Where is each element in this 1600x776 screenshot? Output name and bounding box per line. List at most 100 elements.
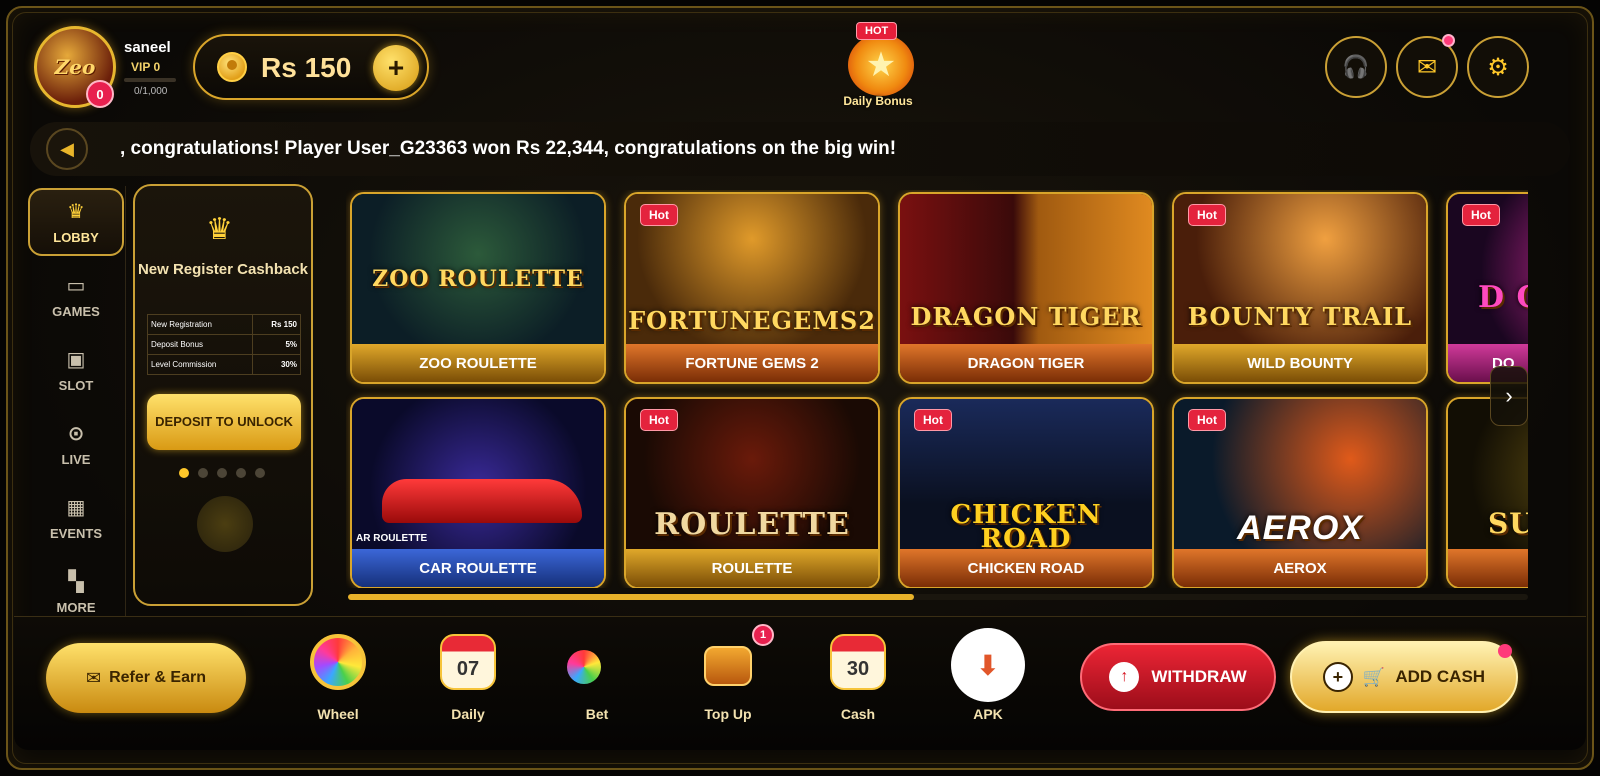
calendar-icon: ▦ <box>66 497 86 519</box>
avatar-badge: 0 <box>86 80 114 108</box>
withdraw-label: WITHDRAW <box>1151 667 1247 686</box>
game-art-title: ZOO ROULETTE <box>372 266 584 292</box>
refer-earn-button[interactable]: ✉ Refer & Earn <box>46 643 246 713</box>
game-name: FORTUNE GEMS 2 <box>626 344 878 382</box>
game-name: AEROX <box>1174 549 1426 587</box>
game-art-title: CHICKEN ROAD <box>950 500 1102 554</box>
sidebar-item-lobby[interactable]: ♛ LOBBY <box>28 188 124 256</box>
daily-bonus-button[interactable]: ★ HOT Daily Bonus <box>842 22 932 108</box>
sidebar-item-slot[interactable]: ▣ SLOT <box>28 336 124 404</box>
sidebar-item-label: SLOT <box>58 378 94 393</box>
calendar-icon: 30 <box>830 634 886 690</box>
game-art-caption: AR ROULETTE <box>356 533 428 544</box>
carousel-dot[interactable] <box>255 468 265 478</box>
promo-key: Level Commission <box>146 354 254 375</box>
nav-apk[interactable]: ⬇ APK <box>948 628 1028 730</box>
nav-bet[interactable]: Bet <box>557 634 637 730</box>
star-bonus-icon: ★ <box>848 34 914 96</box>
sidebar-item-games[interactable]: ▭ GAMES <box>28 262 124 330</box>
game-art-title: D C <box>1478 280 1528 315</box>
play-icon: ⊙ <box>67 423 85 445</box>
slot-icon: ▣ <box>66 349 86 371</box>
promo-value: 5% <box>252 334 301 355</box>
promo-table: New Registration Rs 150 Deposit Bonus 5% L… <box>146 314 301 375</box>
nav-label: Daily <box>451 706 485 722</box>
add-balance-button[interactable]: + <box>373 45 419 91</box>
notification-dot <box>1442 34 1455 47</box>
add-cash-button[interactable]: + 🛒 ADD CASH <box>1290 641 1518 713</box>
crown-icon: ♛ <box>206 213 233 246</box>
promo-value: 30% <box>252 354 301 375</box>
carousel-dot[interactable] <box>217 468 227 478</box>
vip-progress-text: 0/1,000 <box>134 86 168 97</box>
nav-label: Cash <box>840 706 876 722</box>
game-name: DRAGON TIGER <box>900 344 1152 382</box>
game-tile-chicken-road[interactable]: CHICKEN ROAD Hot CHICKEN ROAD <box>898 397 1154 588</box>
balance-amount: Rs 150 <box>261 52 352 83</box>
game-name <box>1448 549 1528 587</box>
download-icon: ⬇ <box>951 628 1025 702</box>
mail-icon: ✉ <box>1416 53 1438 81</box>
carousel-dot[interactable] <box>236 468 246 478</box>
game-tile-dragon-tiger[interactable]: DRAGON TIGER DRAGON TIGER <box>898 192 1154 384</box>
game-tile-aerox[interactable]: AEROX Hot AEROX <box>1172 397 1428 588</box>
nav-label: APK <box>973 706 1003 722</box>
headset-icon: 🎧 <box>1342 54 1370 79</box>
treasure-chest-icon <box>704 646 752 686</box>
username: saneel <box>124 39 171 56</box>
game-name: WILD BOUNTY <box>1174 344 1426 382</box>
settings-button[interactable]: ⚙ <box>1467 36 1529 98</box>
promo-card[interactable]: ♛ New Register Cashback New Registration… <box>133 184 313 606</box>
game-tile-roulette[interactable]: ROULETTE Hot ROULETTE <box>624 397 880 588</box>
game-tile-car-roulette[interactable]: AR ROULETTE CAR ROULETTE <box>350 397 606 588</box>
sidebar-item-label: MORE <box>56 600 96 615</box>
hot-badge: Hot <box>640 409 678 431</box>
nav-label: Bet <box>585 706 609 722</box>
game-art-title: ROULETTE <box>654 507 850 542</box>
scrollbar-thumb[interactable] <box>348 594 914 600</box>
daily-bonus-label: Daily Bonus <box>843 94 913 108</box>
sidebar-item-live[interactable]: ⊙ LIVE <box>28 410 124 478</box>
coin-icon <box>217 52 247 82</box>
game-name: ROULETTE <box>626 549 878 587</box>
vip-level[interactable]: VIP 0 <box>131 60 160 74</box>
sidebar-item-events[interactable]: ▦ EVENTS <box>28 484 124 552</box>
coin-icon <box>197 496 253 552</box>
carousel-dots <box>179 468 265 478</box>
sidebar: ♛ LOBBY ▭ GAMES ▣ SLOT ⊙ LIVE ▦ EVENTS ▚… <box>26 186 126 616</box>
car-icon <box>382 479 582 523</box>
withdraw-button[interactable]: ↑ WITHDRAW <box>1080 643 1276 711</box>
announcement-text: , congratulations! Player User_G23363 wo… <box>120 138 897 159</box>
nav-wheel[interactable]: Wheel <box>298 634 378 730</box>
notification-dot <box>1498 644 1512 658</box>
game-tile-zoo-roulette[interactable]: ZOO ROULETTE ZOO ROULETTE <box>350 192 606 384</box>
hot-badge: Hot <box>914 409 952 431</box>
table-row: New Registration Rs 150 <box>146 314 301 335</box>
nav-cash[interactable]: 30 Cash <box>818 634 898 730</box>
crown-icon: ♛ <box>67 201 85 223</box>
deposit-to-unlock-button[interactable]: DEPOSIT TO UNLOCK <box>147 394 301 450</box>
promo-title: New Register Cashback <box>137 261 309 278</box>
gamepad-icon: ▭ <box>66 275 86 297</box>
game-tile-partial[interactable]: D C Hot DO <box>1446 192 1528 384</box>
nav-top-up[interactable]: Top Up <box>688 634 768 730</box>
game-art: AR ROULETTE <box>352 399 604 549</box>
game-art-title: FORTUNEGEMS2 <box>628 306 876 335</box>
add-cash-label: ADD CASH <box>1395 667 1486 686</box>
wheel-icon <box>310 634 366 690</box>
promo-key: Deposit Bonus <box>146 334 254 355</box>
game-tile-fortune-gems-2[interactable]: FORTUNEGEMS2 Hot FORTUNE GEMS 2 <box>624 192 880 384</box>
carousel-dot[interactable] <box>198 468 208 478</box>
nav-daily[interactable]: 07 Daily <box>428 634 508 730</box>
carousel-dot[interactable] <box>179 468 189 478</box>
speaker-icon[interactable]: ◀ <box>46 128 88 170</box>
announcement-bar: ◀ , congratulations! Player User_G23363 … <box>30 122 1570 176</box>
game-name: ZOO ROULETTE <box>352 344 604 382</box>
support-button[interactable]: 🎧 <box>1325 36 1387 98</box>
chevron-right-icon[interactable]: › <box>1490 366 1528 426</box>
sidebar-item-label: GAMES <box>52 304 100 319</box>
game-tile-wild-bounty[interactable]: BOUNTY TRAIL Hot WILD BOUNTY <box>1172 192 1428 384</box>
arrow-up-icon: ↑ <box>1109 662 1140 692</box>
grid-icon: ▚ <box>68 571 84 593</box>
hot-badge: Hot <box>1462 204 1500 226</box>
